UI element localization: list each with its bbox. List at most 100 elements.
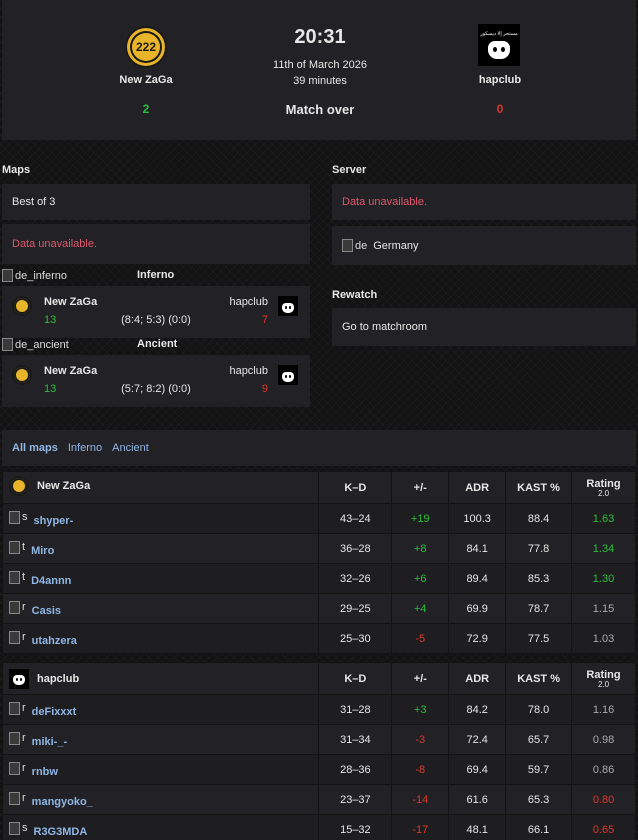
player-avatar: t: [9, 541, 25, 554]
player-name[interactable]: miki-_-: [32, 736, 67, 748]
col-rating: Rating 2.0: [571, 471, 636, 504]
player-row: r rnbw 28–36 -8 69.4 59.7 0.86: [1, 754, 636, 785]
team1-stats-name[interactable]: New ZaGa: [37, 480, 90, 492]
player-name[interactable]: mangyoko_: [32, 796, 93, 808]
map-name-inferno: Inferno: [137, 269, 175, 281]
col-kd: K–D: [318, 471, 393, 504]
hapclub-logo-icon: مستحر إلا ديسكور: [478, 24, 520, 66]
player-row: r utahzera 25–30 -5 72.9 77.5 1.03: [1, 623, 636, 654]
col-kd: K–D: [318, 662, 393, 695]
server-location-box: de Germany: [332, 226, 636, 265]
player-row: s R3G3MDA 15–32 -17 48.1 66.1 0.65: [1, 814, 636, 840]
player-avatar: r: [9, 792, 26, 805]
player-kast: 77.8: [505, 533, 573, 564]
player-rating: 0.86: [571, 754, 636, 785]
new-zaga-logo-icon: [9, 476, 29, 496]
team2-logo[interactable]: مستحر إلا ديسكور: [478, 24, 522, 66]
player-name[interactable]: Miro: [31, 545, 54, 557]
player-name[interactable]: R3G3MDA: [34, 826, 88, 838]
veto-box: Data unavailable.: [2, 224, 310, 264]
tab-all-maps[interactable]: All maps: [12, 442, 58, 454]
map-image-ancient: de_ancient: [2, 338, 69, 351]
map-team1-name: New ZaGa: [44, 296, 98, 308]
player-cell: r rnbw: [1, 754, 320, 785]
col-plusminus: +/-: [391, 662, 450, 695]
player-cell: r miki-_-: [1, 724, 320, 755]
team1-header: New ZaGa: [1, 471, 320, 504]
maps-heading: Maps: [2, 164, 31, 176]
matchroom-link-label[interactable]: Go to matchroom: [342, 321, 427, 333]
player-plusminus: +19: [391, 503, 450, 534]
player-avatar: s: [9, 511, 28, 524]
map-team2-name: hapclub: [229, 365, 268, 377]
flag-icon: de: [342, 239, 367, 252]
col-kast: KAST %: [505, 662, 573, 695]
player-adr: 72.4: [448, 724, 507, 755]
player-cell: t D4annn: [1, 563, 320, 594]
player-name[interactable]: Casis: [32, 605, 61, 617]
tab-ancient[interactable]: Ancient: [112, 442, 149, 454]
match-header: 222 New ZaGa 2 20:31 11th of March 2026 …: [2, 0, 636, 140]
hapclub-logo-icon: [9, 668, 29, 689]
player-kast: 59.7: [505, 754, 573, 785]
player-kast: 88.4: [505, 503, 573, 534]
map-result-ancient[interactable]: New ZaGa 13 (5:7; 8:2) (0:0) hapclub 9: [2, 355, 310, 407]
player-cell: s R3G3MDA: [1, 814, 320, 840]
player-avatar: r: [9, 732, 26, 745]
new-zaga-logo-icon: [12, 365, 32, 385]
map-team2-score: 9: [261, 383, 268, 395]
hapclub-logo-icon: [278, 296, 298, 316]
map-header-ancient: de_ancient Ancient: [2, 338, 310, 352]
player-rating: 1.03: [571, 623, 636, 654]
server-location: Germany: [373, 239, 419, 252]
player-rating: 1.15: [571, 593, 636, 624]
map-team1-score: 13: [44, 383, 57, 395]
player-kast: 65.7: [505, 724, 573, 755]
discord-icon: [488, 41, 510, 59]
col-kast: KAST %: [505, 471, 573, 504]
player-row: s shyper- 43–24 +19 100.3 88.4 1.63: [1, 503, 636, 534]
match-status: Match over: [285, 102, 355, 117]
player-cell: t Miro: [1, 533, 320, 564]
team2-stats-name[interactable]: hapclub: [37, 673, 79, 685]
map-team2-score: 7: [261, 314, 268, 326]
player-plusminus: +4: [391, 593, 450, 624]
server-heading: Server: [332, 164, 367, 176]
player-kd: 31–28: [318, 694, 393, 725]
discord-icon: [13, 675, 25, 685]
best-of-text: Best of 3: [12, 196, 56, 208]
player-plusminus: +3: [391, 694, 450, 725]
player-kast: 77.5: [505, 623, 573, 654]
player-name[interactable]: utahzera: [32, 635, 77, 647]
player-adr: 89.4: [448, 563, 507, 594]
matchroom-link[interactable]: Go to matchroom: [332, 308, 636, 346]
player-name[interactable]: shyper-: [34, 515, 74, 527]
team2-stats-table: hapclub K–D +/- ADR KAST % Rating 2.0 r de…: [1, 662, 636, 840]
player-adr: 48.1: [448, 814, 507, 840]
map-image-inferno: de_inferno: [2, 269, 67, 282]
player-plusminus: -14: [391, 784, 450, 815]
col-adr: ADR: [448, 662, 507, 695]
player-row: t Miro 36–28 +8 84.1 77.8 1.34: [1, 533, 636, 564]
team1-name[interactable]: New ZaGa: [96, 74, 196, 86]
match-time: 20:31: [294, 26, 346, 48]
player-kast: 78.7: [505, 593, 573, 624]
player-name[interactable]: deFixxxt: [32, 706, 77, 718]
player-kd: 29–25: [318, 593, 393, 624]
map-result-inferno[interactable]: New ZaGa 13 (8:4; 5:3) (0:0) hapclub 7: [2, 286, 310, 338]
player-row: r deFixxxt 31–28 +3 84.2 78.0 1.16: [1, 694, 636, 725]
team1-logo[interactable]: 222: [122, 26, 170, 68]
tab-inferno[interactable]: Inferno: [68, 442, 102, 454]
player-name[interactable]: D4annn: [31, 575, 71, 587]
team2-name[interactable]: hapclub: [450, 74, 550, 86]
player-rating: 0.98: [571, 724, 636, 755]
match-date: 11th of March 2026: [273, 59, 367, 71]
player-name[interactable]: rnbw: [32, 766, 58, 778]
player-avatar: r: [9, 702, 26, 715]
player-avatar: t: [9, 571, 25, 584]
player-avatar: r: [9, 601, 26, 614]
player-plusminus: +6: [391, 563, 450, 594]
player-row: r mangyoko_ 23–37 -14 61.6 65.3 0.80: [1, 784, 636, 815]
player-kd: 28–36: [318, 754, 393, 785]
player-rating: 1.16: [571, 694, 636, 725]
